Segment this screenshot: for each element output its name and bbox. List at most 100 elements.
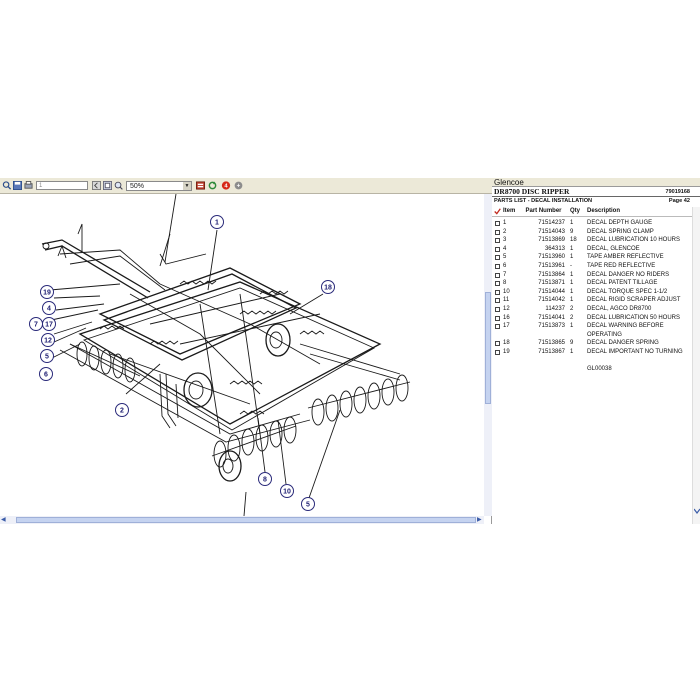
- horizontal-scroll-thumb[interactable]: [16, 517, 476, 523]
- callout-17[interactable]: 17: [42, 317, 56, 331]
- parts-list-panel: Glencoe DR8700 DISC RIPPER 79019168 PART…: [492, 178, 700, 524]
- svg-text:17: 17: [45, 322, 53, 329]
- callout-2[interactable]: 2: [115, 403, 129, 417]
- row-checkbox[interactable]: [495, 281, 500, 287]
- callout-4[interactable]: 4: [42, 301, 56, 315]
- row-checkbox[interactable]: [495, 246, 500, 252]
- table-row[interactable]: 7 71513864 1 DECAL DANGER NO RIDERS: [492, 271, 700, 280]
- svg-text:18: 18: [324, 285, 332, 292]
- scroll-left-icon[interactable]: ◀: [1, 516, 6, 524]
- page-number: Page 42: [668, 198, 690, 204]
- callout-5[interactable]: 5: [40, 349, 54, 363]
- svg-text:1: 1: [215, 220, 219, 227]
- table-row[interactable]: 12 114237 2 DECAL, AGCO DR8700: [492, 305, 700, 314]
- parts-viewer-window: 1 50% ▼ 4 + 1 18 19 4 7 17 12 5 6 2 8 10…: [0, 178, 700, 524]
- header-part-number: Part Number: [525, 208, 562, 214]
- row-checkbox[interactable]: [495, 306, 500, 312]
- callout-12[interactable]: 12: [41, 333, 55, 347]
- table-row[interactable]: 4 364313 1 DECAL, GLENCOE: [492, 245, 700, 254]
- callout-11[interactable]: 10: [280, 484, 294, 498]
- exploded-parts-drawing[interactable]: 1 18 19 4 7 17 12 5 6 2 8 10 5: [0, 193, 484, 517]
- print-icon[interactable]: [24, 181, 33, 190]
- search-icon[interactable]: [2, 181, 12, 190]
- svg-text:12: 12: [44, 338, 52, 345]
- tree-icon[interactable]: [196, 181, 205, 190]
- table-row[interactable]: 5 71513960 1 TAPE AMBER REFLECTIVE: [492, 253, 700, 262]
- callout-19[interactable]: 19: [40, 285, 54, 299]
- svg-text:4: 4: [47, 306, 51, 313]
- callout-6[interactable]: 5: [301, 497, 315, 511]
- row-checkbox[interactable]: [495, 263, 500, 269]
- row-checkbox[interactable]: [495, 298, 500, 304]
- row-checkbox[interactable]: [495, 289, 500, 295]
- page-number-input[interactable]: 1: [36, 181, 88, 190]
- gauge-wheels: [183, 323, 291, 482]
- model-bar: DR8700 DISC RIPPER 79019168: [492, 188, 700, 197]
- disc-ripper-diagram: 1 18 19 4 7 17 12 5 6 2 8 10 5: [29, 193, 411, 517]
- scroll-down-icon[interactable]: [694, 507, 700, 517]
- check-all-icon[interactable]: [494, 208, 501, 215]
- stop-icon[interactable]: 4: [221, 181, 231, 190]
- row-checkbox[interactable]: [495, 272, 500, 278]
- table-row[interactable]: 1 71514237 1 DECAL DEPTH GAUGE: [492, 219, 700, 228]
- row-checkbox[interactable]: [495, 315, 500, 321]
- svg-text:5: 5: [45, 354, 49, 361]
- list-title: PARTS LIST - DECAL INSTALLATION: [494, 198, 593, 204]
- row-checkbox[interactable]: [495, 341, 500, 347]
- callout-18[interactable]: 18: [321, 280, 335, 294]
- row-checkbox[interactable]: [495, 324, 500, 330]
- callout-8[interactable]: 7: [29, 317, 43, 331]
- ripper-shanks: [159, 373, 179, 429]
- fit-page-icon[interactable]: [103, 181, 112, 190]
- zoom-icon[interactable]: [114, 181, 123, 190]
- parts-table-body: 1 71514237 1 DECAL DEPTH GAUGE 2 71514043 9 DE…: [492, 219, 700, 356]
- refresh-icon[interactable]: [208, 181, 217, 190]
- vertical-scrollbar[interactable]: [484, 194, 492, 516]
- row-checkbox[interactable]: [495, 238, 500, 244]
- table-row[interactable]: 17 71513873 1 DECAL WARNING BEFORE OPERATIN…: [492, 322, 700, 339]
- table-row[interactable]: 3 71513869 18 DECAL LUBRICATION 10 HOURS: [492, 236, 700, 245]
- info-icon[interactable]: +: [234, 181, 243, 190]
- svg-text:10: 10: [283, 489, 291, 496]
- horizontal-scrollbar[interactable]: ◀ ▶: [0, 516, 484, 524]
- svg-text:6: 6: [44, 372, 48, 379]
- main-frame: [59, 193, 401, 443]
- table-row[interactable]: 16 71514041 2 DECAL LUBRICATION 50 HOURS: [492, 314, 700, 323]
- header-item: Item: [503, 208, 516, 214]
- drawing-code: GL00038: [587, 366, 612, 372]
- table-header: Item Part Number Qty Description: [492, 207, 700, 217]
- zoom-value: 50%: [130, 183, 145, 190]
- list-title-bar: PARTS LIST - DECAL INSTALLATION Page 42: [492, 197, 700, 205]
- callout-10[interactable]: 8: [258, 472, 272, 486]
- save-icon[interactable]: [13, 181, 22, 190]
- row-checkbox[interactable]: [495, 229, 500, 235]
- table-row[interactable]: 19 71513867 1 DECAL IMPORTANT NO TURNING: [492, 348, 700, 357]
- model-title: DR8700 DISC RIPPER: [494, 187, 570, 196]
- publication-number: 79019168: [665, 189, 690, 195]
- zoom-select[interactable]: 50% ▼: [126, 181, 192, 191]
- brand-header: Glencoe: [492, 178, 700, 187]
- svg-text:19: 19: [43, 290, 51, 297]
- vertical-scroll-thumb[interactable]: [485, 292, 491, 404]
- callout-1[interactable]: 1: [210, 215, 224, 229]
- table-row[interactable]: 10 71514044 1 DECAL TORQUE SPEC 1-1/2: [492, 288, 700, 297]
- row-checkbox[interactable]: [495, 221, 500, 226]
- chevron-down-icon[interactable]: ▼: [183, 182, 191, 190]
- table-row[interactable]: 18 71513865 9 DECAL DANGER SPRING: [492, 339, 700, 348]
- row-checkbox[interactable]: [495, 255, 500, 261]
- svg-text:7: 7: [34, 322, 38, 329]
- header-qty: Qty: [570, 208, 581, 214]
- scroll-right-icon[interactable]: ▶: [477, 516, 482, 524]
- parts-list-scrollbar[interactable]: [692, 207, 700, 524]
- svg-text:+: +: [237, 183, 241, 190]
- table-row[interactable]: 8 71513871 1 DECAL PATENT TILLAGE: [492, 279, 700, 288]
- svg-text:8: 8: [263, 477, 267, 484]
- table-row[interactable]: 2 71514043 9 DECAL SPRING CLAMP: [492, 228, 700, 237]
- table-row[interactable]: 11 71514042 1 DECAL RIGID SCRAPER ADJUST: [492, 296, 700, 305]
- table-row[interactable]: 6 71513961- TAPE RED REFLECTIVE: [492, 262, 700, 271]
- row-checkbox[interactable]: [495, 349, 500, 355]
- callout-7[interactable]: 6: [39, 367, 53, 381]
- hitch-tongue: [41, 223, 166, 299]
- callout-leaders: [41, 229, 341, 517]
- prev-page-icon[interactable]: [92, 181, 101, 190]
